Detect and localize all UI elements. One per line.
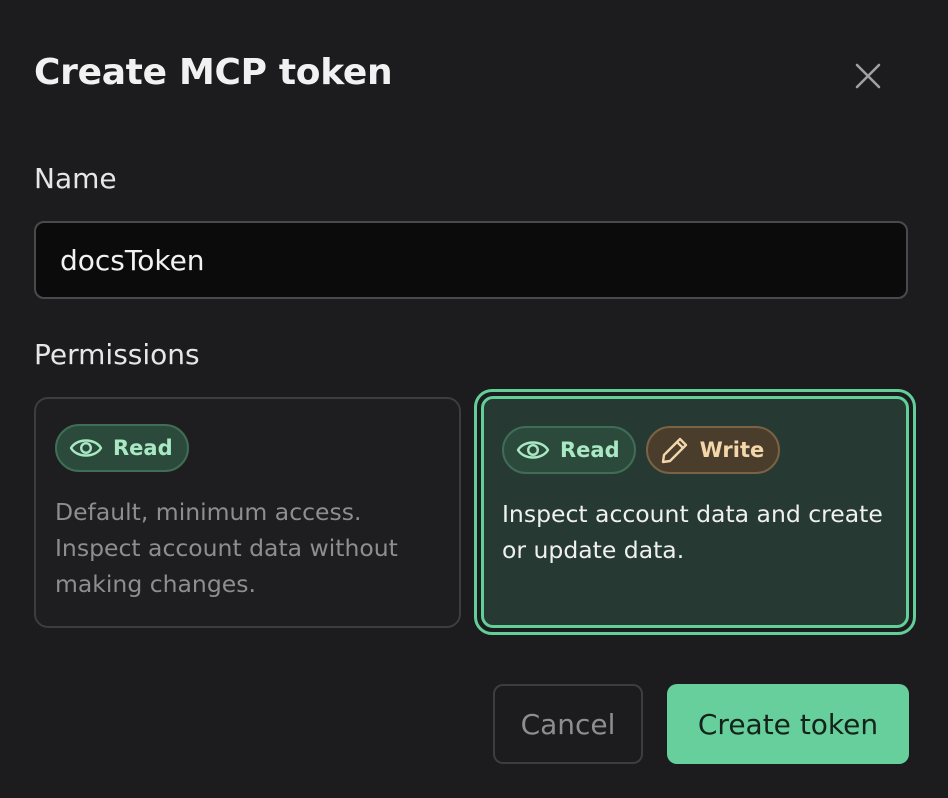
read-badge-label: Read <box>113 436 173 460</box>
name-input[interactable] <box>34 221 908 299</box>
dialog-title: Create MCP token <box>34 52 393 93</box>
close-icon <box>855 63 881 89</box>
eye-icon <box>69 439 103 457</box>
permission-option-read-write[interactable]: Read Write Inspect account data and crea… <box>474 389 916 635</box>
permissions-label: Permissions <box>34 338 200 371</box>
selected-card-body: Read Write Inspect account data and crea… <box>481 396 909 628</box>
read-badge: Read <box>55 424 189 472</box>
eye-icon <box>516 441 550 459</box>
write-badge: Write <box>645 426 781 474</box>
close-button[interactable] <box>846 54 890 98</box>
create-token-dialog: Create MCP token Name Permissions Read D… <box>0 0 948 798</box>
cancel-button[interactable]: Cancel <box>493 684 643 764</box>
badge-row: Read Write <box>502 426 781 474</box>
badge-row: Read <box>55 424 189 472</box>
name-label: Name <box>34 162 117 195</box>
create-token-button[interactable]: Create token <box>667 684 909 764</box>
permission-description: Inspect account data and create or updat… <box>502 500 883 564</box>
read-badge-label: Read <box>560 438 620 462</box>
permission-description: Default, minimum access. Inspect account… <box>55 498 398 598</box>
pencil-icon <box>661 437 687 464</box>
read-badge: Read <box>502 426 636 474</box>
permission-option-read[interactable]: Read Default, minimum access. Inspect ac… <box>34 397 461 628</box>
write-badge-label: Write <box>699 438 765 462</box>
